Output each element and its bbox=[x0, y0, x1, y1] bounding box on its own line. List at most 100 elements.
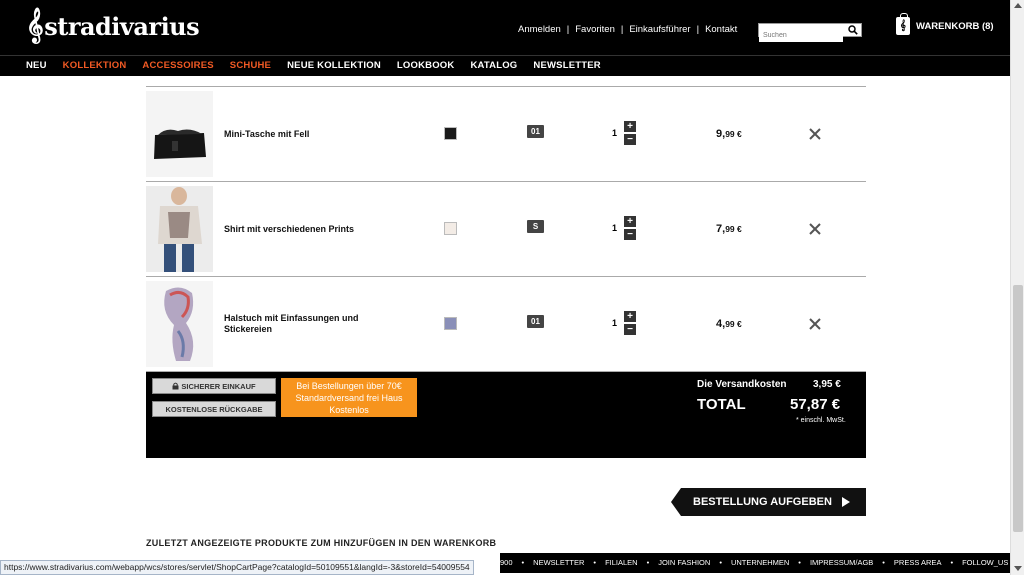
nav-item-kollektion[interactable]: KOLLEKTION bbox=[63, 60, 127, 71]
shipping-label: Die Versandkosten bbox=[697, 379, 787, 390]
size-badge: 01 bbox=[527, 125, 544, 138]
logo-text: stradivarius bbox=[44, 11, 200, 41]
main-nav: NEU KOLLEKTION ACCESSOIRES SCHUHE NEUE K… bbox=[0, 55, 1010, 76]
product-image[interactable] bbox=[146, 186, 213, 272]
cart-button[interactable]: 𝄞 WARENKORB (8) bbox=[896, 13, 994, 35]
item-price: 7,99 € bbox=[716, 223, 742, 235]
size-badge: S bbox=[527, 220, 544, 233]
cart-row: Shirt mit verschiedenen Prints S 1 + − 7… bbox=[146, 182, 866, 277]
increase-quantity-button[interactable]: + bbox=[624, 311, 636, 322]
color-swatch bbox=[444, 317, 457, 330]
total-value: 57,87 € bbox=[790, 396, 841, 413]
remove-item-icon[interactable] bbox=[809, 128, 821, 140]
free-returns-button[interactable]: KOSTENLOSE RÜCKGABE bbox=[152, 401, 276, 417]
product-image[interactable] bbox=[146, 91, 213, 177]
footer-dot: • bbox=[719, 558, 722, 567]
footer-bar: 900 • NEWSLETTER • FILIALEN • JOIN FASHI… bbox=[500, 553, 1010, 573]
search-input[interactable] bbox=[759, 29, 843, 42]
footer-dot: • bbox=[646, 558, 650, 567]
shopping-bag-icon: 𝄞 bbox=[896, 13, 910, 35]
separator: | bbox=[620, 24, 624, 35]
separator: | bbox=[696, 24, 700, 35]
favoriten-link[interactable]: Favoriten bbox=[575, 24, 615, 35]
nav-item-newsletter[interactable]: NEWSLETTER bbox=[533, 60, 600, 71]
footer-link-follow-us[interactable]: FOLLOW_US bbox=[962, 558, 1008, 567]
top-links: Anmelden | Favoriten | Einkaufsführer | … bbox=[518, 24, 737, 35]
recently-viewed-heading: ZULETZT ANGEZEIGTE PRODUKTE ZUM HINZUFÜG… bbox=[146, 538, 497, 548]
item-price: 9,99 € bbox=[716, 128, 742, 140]
footer-link-join-fashion[interactable]: JOIN FASHION bbox=[658, 558, 710, 567]
footer-link-press-area[interactable]: PRESS AREA bbox=[894, 558, 942, 567]
product-name[interactable]: Halstuch mit Einfassungen und Stickereie… bbox=[224, 313, 364, 335]
play-arrow-icon bbox=[841, 497, 850, 507]
increase-quantity-button[interactable]: + bbox=[624, 121, 636, 132]
einkaufsfuehrer-link[interactable]: Einkaufsführer bbox=[629, 24, 690, 35]
price-cents: 99 € bbox=[725, 319, 742, 329]
footer-link-impressum[interactable]: IMPRESSUM/AGB bbox=[810, 558, 873, 567]
footer-dot: • bbox=[593, 558, 597, 567]
size-badge: 01 bbox=[527, 315, 544, 328]
product-image[interactable] bbox=[146, 281, 213, 367]
scroll-down-arrow-icon[interactable] bbox=[1014, 566, 1022, 571]
product-name[interactable]: Shirt mit verschiedenen Prints bbox=[224, 224, 364, 235]
anmelden-link[interactable]: Anmelden bbox=[518, 24, 561, 35]
footer-link-newsletter[interactable]: NEWSLETTER bbox=[533, 558, 584, 567]
search-icon[interactable] bbox=[848, 25, 858, 35]
decrease-quantity-button[interactable]: − bbox=[624, 324, 636, 335]
vat-note: * einschl. MwSt. bbox=[796, 417, 846, 424]
decrease-quantity-button[interactable]: − bbox=[624, 229, 636, 240]
cart-row: Mini-Tasche mit Fell 01 1 + − 9,99 € bbox=[146, 87, 866, 182]
free-shipping-promo: Bei Bestellungen über 70€ Standardversan… bbox=[281, 378, 417, 417]
scroll-up-arrow-icon[interactable] bbox=[1014, 3, 1022, 8]
product-name[interactable]: Mini-Tasche mit Fell bbox=[224, 129, 364, 140]
quantity-value: 1 bbox=[612, 318, 618, 328]
nav-item-neu[interactable]: NEU bbox=[26, 60, 47, 71]
nav-item-neue-kollektion[interactable]: NEUE KOLLEKTION bbox=[287, 60, 381, 71]
remove-item-icon[interactable] bbox=[809, 223, 821, 235]
footer-dot: • bbox=[882, 558, 885, 567]
quantity-value: 1 bbox=[612, 223, 618, 233]
search-box bbox=[758, 23, 862, 42]
color-swatch bbox=[444, 222, 457, 235]
scrollbar-thumb[interactable] bbox=[1013, 285, 1023, 532]
cart-row: Halstuch mit Einfassungen und Stickereie… bbox=[146, 277, 866, 372]
nav-item-accessoires[interactable]: ACCESSOIRES bbox=[142, 60, 213, 71]
price-cents: 99 € bbox=[725, 224, 742, 234]
kontakt-link[interactable]: Kontakt bbox=[705, 24, 737, 35]
price-cents: 99 € bbox=[725, 129, 742, 139]
shipping-value: 3,95 € bbox=[813, 379, 841, 390]
place-order-label: BESTELLUNG AUFGEBEN bbox=[693, 496, 832, 508]
lock-icon bbox=[172, 382, 179, 390]
stradivarius-logo[interactable]: 𝄞 stradivarius bbox=[26, 8, 200, 43]
secure-button-label: SICHERER EINKAUF bbox=[181, 382, 256, 391]
remove-item-icon[interactable] bbox=[809, 318, 821, 330]
quantity-value: 1 bbox=[612, 128, 618, 138]
vertical-scrollbar[interactable] bbox=[1010, 0, 1024, 575]
decrease-quantity-button[interactable]: − bbox=[624, 134, 636, 145]
footer-link[interactable]: 900 bbox=[500, 558, 513, 567]
price-main: 9, bbox=[716, 128, 726, 140]
browser-status-bar: https://www.stradivarius.com/webapp/wcs/… bbox=[0, 560, 474, 575]
nav-item-lookbook[interactable]: LOOKBOOK bbox=[397, 60, 455, 71]
total-label: TOTAL bbox=[697, 396, 746, 413]
price-main: 7, bbox=[716, 223, 726, 235]
footer-dot: • bbox=[950, 558, 954, 567]
place-order-button[interactable]: BESTELLUNG AUFGEBEN bbox=[671, 488, 866, 516]
price-main: 4, bbox=[716, 318, 726, 330]
order-summary: SICHERER EINKAUF KOSTENLOSE RÜCKGABE Bei… bbox=[146, 372, 866, 458]
color-swatch bbox=[444, 127, 457, 140]
footer-dot: • bbox=[798, 558, 801, 567]
separator: | bbox=[566, 24, 570, 35]
increase-quantity-button[interactable]: + bbox=[624, 216, 636, 227]
footer-link-filialen[interactable]: FILIALEN bbox=[605, 558, 638, 567]
page: 𝄞 stradivarius Anmelden | Favoriten | Ei… bbox=[0, 0, 1024, 575]
nav-item-schuhe[interactable]: SCHUHE bbox=[230, 60, 271, 71]
treble-clef-icon: 𝄞 bbox=[26, 8, 44, 43]
nav-item-katalog[interactable]: KATALOG bbox=[470, 60, 517, 71]
cart-label: WARENKORB (8) bbox=[916, 20, 994, 32]
top-header: 𝄞 stradivarius Anmelden | Favoriten | Ei… bbox=[0, 0, 1010, 55]
secure-shopping-button[interactable]: SICHERER EINKAUF bbox=[152, 378, 276, 394]
footer-link-unternehmen[interactable]: UNTERNEHMEN bbox=[731, 558, 789, 567]
footer-dot: • bbox=[521, 558, 525, 567]
item-price: 4,99 € bbox=[716, 318, 742, 330]
